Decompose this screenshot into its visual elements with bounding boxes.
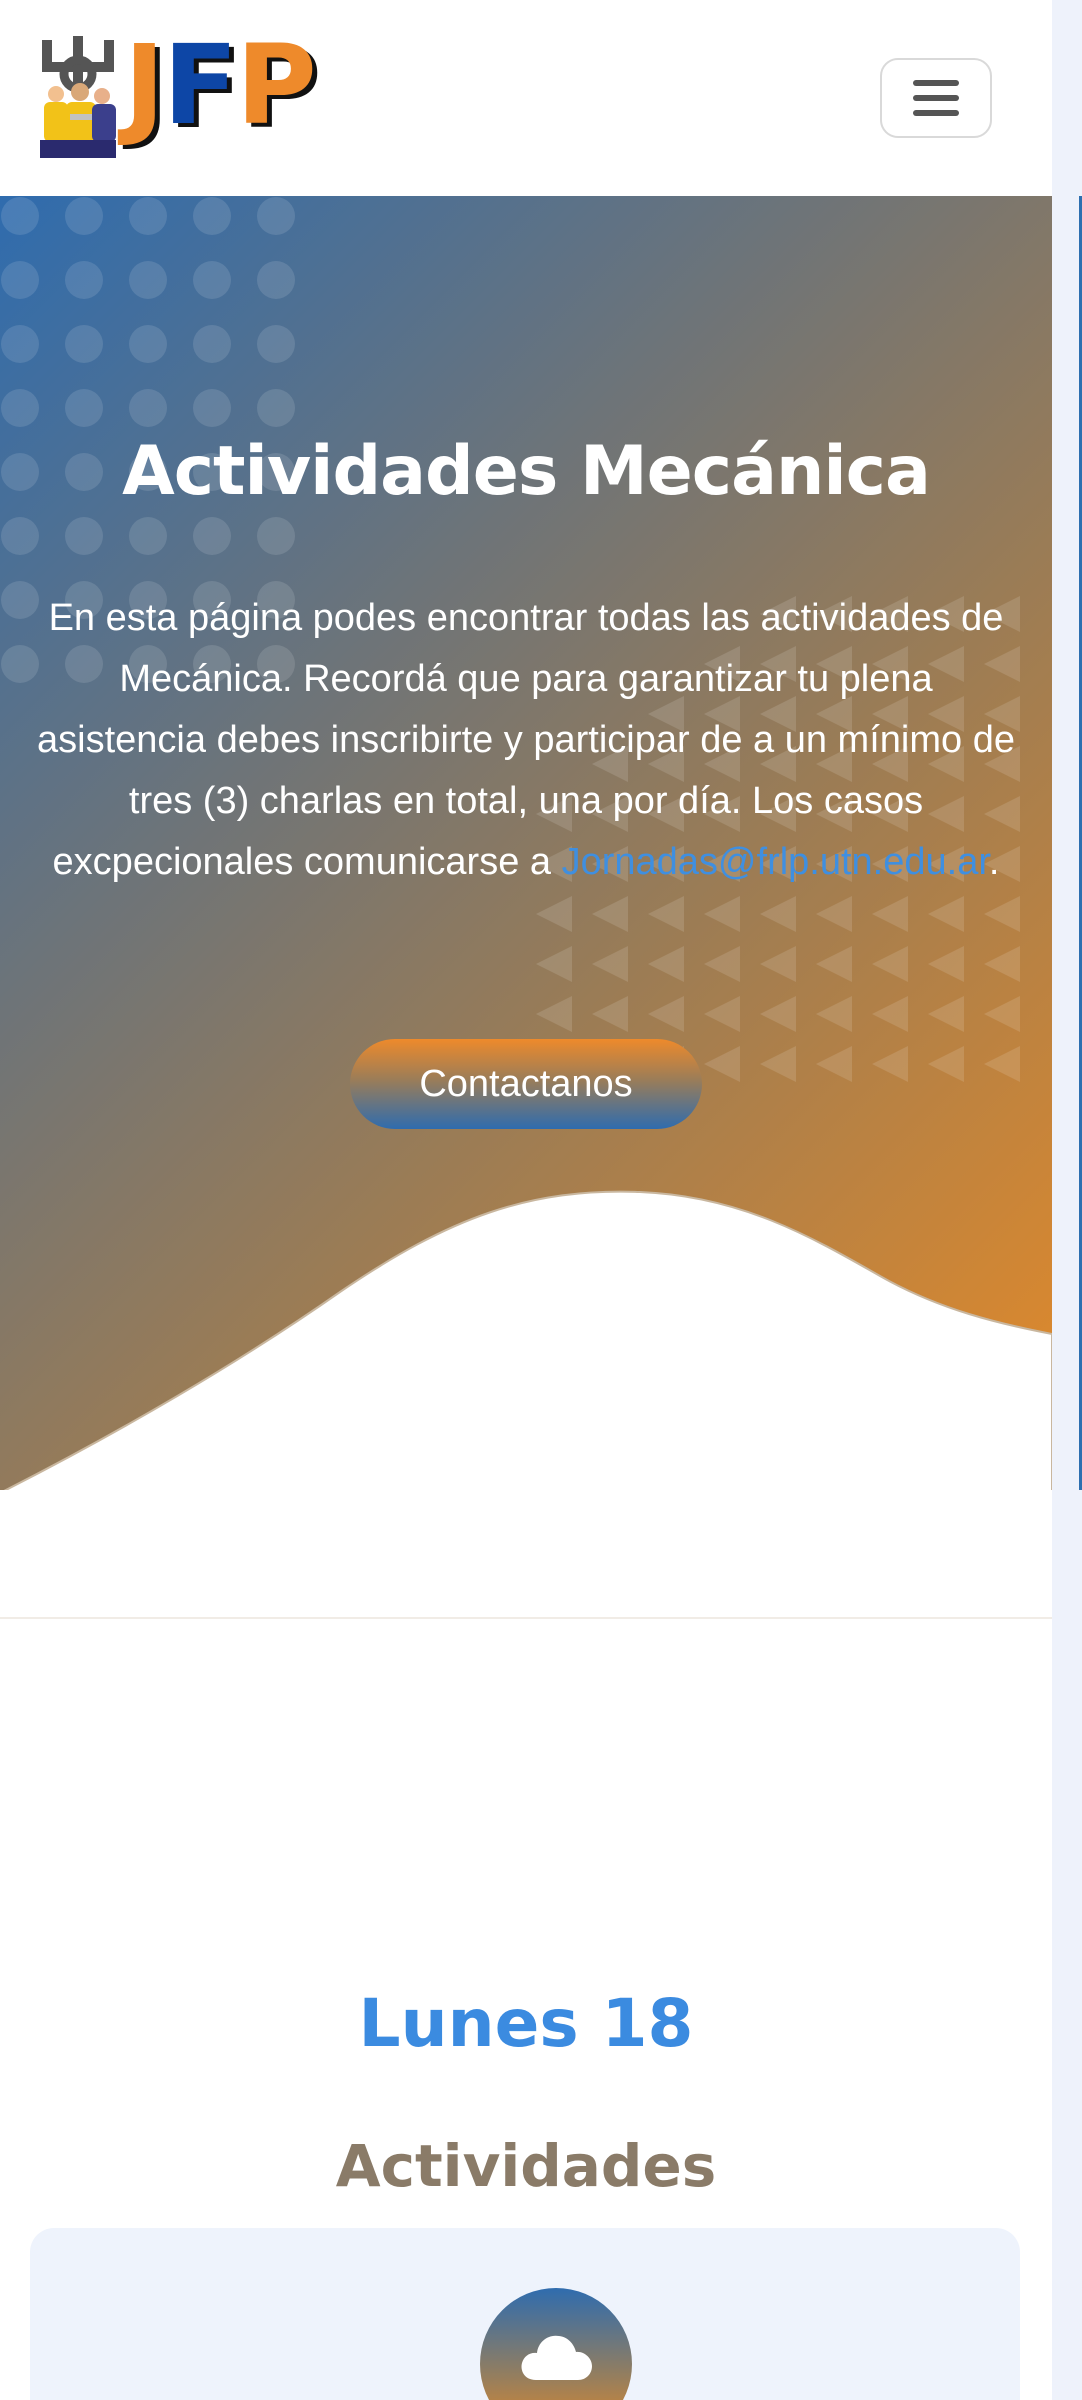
site-header: JFP — [0, 0, 1052, 196]
hero-wave-shape — [3, 1190, 1052, 1490]
activity-card-icon-badge — [480, 2288, 632, 2400]
activity-card[interactable] — [30, 2228, 1020, 2400]
page-title: Actividades Mecánica — [122, 432, 931, 511]
logo-letter-f: F — [162, 21, 238, 149]
logo-figure-icon — [40, 36, 116, 158]
menu-toggle-button[interactable] — [880, 58, 992, 138]
activities-heading: Actividades — [335, 2132, 717, 2200]
contact-email-link[interactable]: Jornadas@frlp.utn.edu.ar — [562, 841, 989, 883]
hamburger-icon — [913, 80, 959, 116]
logo-text: JFP — [124, 30, 317, 140]
site-logo[interactable]: JFP — [36, 30, 326, 160]
scrollbar-track[interactable] — [1052, 0, 1082, 2400]
hero-description: En esta página podes encontrar todas las… — [30, 588, 1022, 893]
hero-description-end: . — [988, 841, 1000, 883]
hero-section: Actividades Mecánica En esta página pode… — [0, 196, 1052, 1490]
day-title: Lunes 18 — [358, 1985, 694, 2062]
section-divider — [0, 1617, 1052, 1619]
logo-letter-j: J — [124, 21, 165, 149]
cloud-icon — [521, 2335, 592, 2380]
contact-button[interactable]: Contactanos — [350, 1039, 702, 1129]
logo-letter-p: P — [236, 21, 317, 149]
